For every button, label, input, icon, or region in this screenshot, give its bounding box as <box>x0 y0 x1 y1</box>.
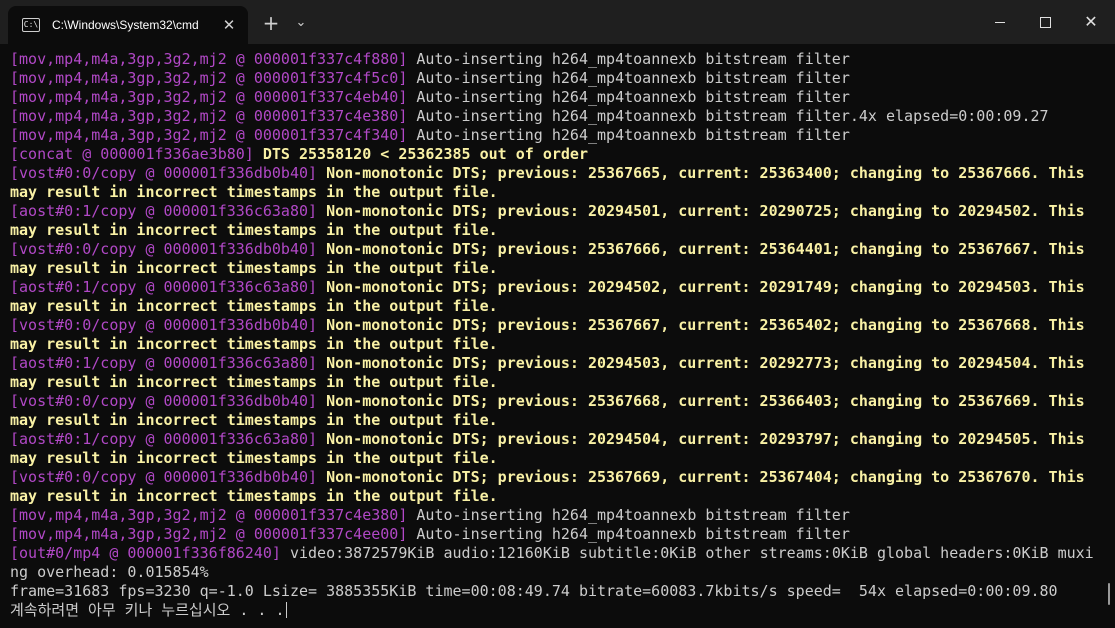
output-line: [aost#0:1/copy @ 000001f336c63a80] Non-m… <box>10 202 1100 221</box>
output-line: [mov,mp4,m4a,3gp,3g2,mj2 @ 000001f337c4f… <box>10 50 1100 69</box>
terminal-output[interactable]: [mov,mp4,m4a,3gp,3g2,mj2 @ 000001f337c4f… <box>10 50 1100 620</box>
log-message: may result in incorrect timestamps in th… <box>10 449 498 467</box>
output-line: [mov,mp4,m4a,3gp,3g2,mj2 @ 000001f337c4e… <box>10 506 1100 525</box>
log-message: Non-monotonic DTS; previous: 20294504, c… <box>317 430 1085 448</box>
output-line: [mov,mp4,m4a,3gp,3g2,mj2 @ 000001f337c4e… <box>10 88 1100 107</box>
close-tab-icon[interactable]: ✕ <box>220 16 238 34</box>
output-line: may result in incorrect timestamps in th… <box>10 221 1100 240</box>
output-line: [mov,mp4,m4a,3gp,3g2,mj2 @ 000001f337c4f… <box>10 126 1100 145</box>
output-line: [out#0/mp4 @ 000001f336f86240] video:387… <box>10 544 1100 563</box>
log-message: Non-monotonic DTS; previous: 25367666, c… <box>317 240 1085 258</box>
minimize-icon <box>995 21 1005 23</box>
log-message: may result in incorrect timestamps in th… <box>10 259 498 277</box>
log-message: Non-monotonic DTS; previous: 20294502, c… <box>317 278 1085 296</box>
output-line: may result in incorrect timestamps in th… <box>10 411 1100 430</box>
log-message: Non-monotonic DTS; previous: 20294503, c… <box>317 354 1085 372</box>
log-source-prefix: [aost#0:1/copy @ 000001f336c63a80] <box>10 430 318 448</box>
output-line: may result in incorrect timestamps in th… <box>10 297 1100 316</box>
log-message: video:3872579KiB audio:12160KiB subtitle… <box>280 544 1094 562</box>
close-icon: ✕ <box>1084 12 1098 31</box>
output-line: [vost#0:0/copy @ 000001f336db0b40] Non-m… <box>10 392 1100 411</box>
log-message: may result in incorrect timestamps in th… <box>10 221 498 239</box>
title-bar: C:\ C:\Windows\System32\cmd ✕ + ⌄ ✕ <box>0 0 1115 44</box>
log-source-prefix: [mov,mp4,m4a,3gp,3g2,mj2 @ 000001f337c4f… <box>10 126 408 144</box>
log-message: Auto-inserting h264_mp4toannexb bitstrea… <box>407 107 1049 125</box>
new-tab-button[interactable]: + <box>258 10 284 36</box>
log-source-prefix: [mov,mp4,m4a,3gp,3g2,mj2 @ 000001f337c4e… <box>10 88 408 106</box>
log-message: Non-monotonic DTS; previous: 25367669, c… <box>317 468 1085 486</box>
log-source-prefix: [aost#0:1/copy @ 000001f336c63a80] <box>10 354 318 372</box>
output-line: frame=31683 fps=3230 q=-1.0 Lsize= 38853… <box>10 582 1100 601</box>
log-message: Auto-inserting h264_mp4toannexb bitstrea… <box>407 50 850 68</box>
minimize-button[interactable] <box>977 0 1023 44</box>
log-source-prefix: [mov,mp4,m4a,3gp,3g2,mj2 @ 000001f337c4f… <box>10 69 408 87</box>
prompt-text: 계속하려면 아무 키나 누르십시오 . . . <box>10 601 285 619</box>
log-message: Non-monotonic DTS; previous: 25367668, c… <box>317 392 1085 410</box>
tab-title: C:\Windows\System32\cmd <box>52 18 199 32</box>
log-source-prefix: [concat @ 000001f336ae3b80] <box>10 145 254 163</box>
output-line: ng overhead: 0.015854% <box>10 563 1100 582</box>
log-source-prefix: [mov,mp4,m4a,3gp,3g2,mj2 @ 000001f337c4e… <box>10 107 408 125</box>
log-message: may result in incorrect timestamps in th… <box>10 411 498 429</box>
output-line: [aost#0:1/copy @ 000001f336c63a80] Non-m… <box>10 430 1100 449</box>
log-message: may result in incorrect timestamps in th… <box>10 183 498 201</box>
log-message: ng overhead: 0.015854% <box>10 563 209 581</box>
output-line: [aost#0:1/copy @ 000001f336c63a80] Non-m… <box>10 278 1100 297</box>
log-message: Auto-inserting h264_mp4toannexb bitstrea… <box>407 525 850 543</box>
log-message: DTS 25358120 < 25362385 out of order <box>253 145 588 163</box>
output-line: [vost#0:0/copy @ 000001f336db0b40] Non-m… <box>10 468 1100 487</box>
terminal-icon: C:\ <box>22 18 40 32</box>
output-line: may result in incorrect timestamps in th… <box>10 373 1100 392</box>
output-line: may result in incorrect timestamps in th… <box>10 183 1100 202</box>
close-window-button[interactable]: ✕ <box>1067 0 1115 44</box>
output-line: may result in incorrect timestamps in th… <box>10 487 1100 506</box>
log-message: Auto-inserting h264_mp4toannexb bitstrea… <box>407 126 850 144</box>
scrollbar[interactable] <box>1108 583 1110 605</box>
log-source-prefix: [aost#0:1/copy @ 000001f336c63a80] <box>10 202 318 220</box>
output-line: may result in incorrect timestamps in th… <box>10 335 1100 354</box>
chevron-down-icon[interactable]: ⌄ <box>288 10 314 36</box>
log-message: may result in incorrect timestamps in th… <box>10 373 498 391</box>
log-source-prefix: [mov,mp4,m4a,3gp,3g2,mj2 @ 000001f337c4e… <box>10 525 408 543</box>
log-message: Non-monotonic DTS; previous: 25367665, c… <box>317 164 1085 182</box>
output-line: [mov,mp4,m4a,3gp,3g2,mj2 @ 000001f337c4e… <box>10 107 1100 126</box>
log-source-prefix: [vost#0:0/copy @ 000001f336db0b40] <box>10 316 318 334</box>
terminal-window: C:\ C:\Windows\System32\cmd ✕ + ⌄ ✕ [mov… <box>0 0 1115 628</box>
log-message: Auto-inserting h264_mp4toannexb bitstrea… <box>407 88 850 106</box>
log-source-prefix: [vost#0:0/copy @ 000001f336db0b40] <box>10 468 318 486</box>
log-message: Non-monotonic DTS; previous: 20294501, c… <box>317 202 1085 220</box>
output-line: [mov,mp4,m4a,3gp,3g2,mj2 @ 000001f337c4f… <box>10 69 1100 88</box>
output-line: [vost#0:0/copy @ 000001f336db0b40] Non-m… <box>10 316 1100 335</box>
prompt-line: 계속하려면 아무 키나 누르십시오 . . . <box>10 601 1100 620</box>
log-message: Auto-inserting h264_mp4toannexb bitstrea… <box>407 506 850 524</box>
maximize-icon <box>1039 16 1051 28</box>
log-message: may result in incorrect timestamps in th… <box>10 335 498 353</box>
text-cursor <box>286 602 288 618</box>
maximize-button[interactable] <box>1022 0 1068 44</box>
output-line: [vost#0:0/copy @ 000001f336db0b40] Non-m… <box>10 240 1100 259</box>
log-message: may result in incorrect timestamps in th… <box>10 487 498 505</box>
output-line: [vost#0:0/copy @ 000001f336db0b40] Non-m… <box>10 164 1100 183</box>
log-source-prefix: [vost#0:0/copy @ 000001f336db0b40] <box>10 392 318 410</box>
log-source-prefix: [out#0/mp4 @ 000001f336f86240] <box>10 544 281 562</box>
tab-cmd[interactable]: C:\ C:\Windows\System32\cmd ✕ <box>8 6 248 44</box>
output-line: [aost#0:1/copy @ 000001f336c63a80] Non-m… <box>10 354 1100 373</box>
log-source-prefix: [vost#0:0/copy @ 000001f336db0b40] <box>10 164 318 182</box>
output-line: [concat @ 000001f336ae3b80] DTS 25358120… <box>10 145 1100 164</box>
log-source-prefix: [mov,mp4,m4a,3gp,3g2,mj2 @ 000001f337c4f… <box>10 50 408 68</box>
log-source-prefix: [vost#0:0/copy @ 000001f336db0b40] <box>10 240 318 258</box>
log-message: Non-monotonic DTS; previous: 25367667, c… <box>317 316 1085 334</box>
log-source-prefix: [aost#0:1/copy @ 000001f336c63a80] <box>10 278 318 296</box>
log-message: frame=31683 fps=3230 q=-1.0 Lsize= 38853… <box>10 582 1058 600</box>
log-message: Auto-inserting h264_mp4toannexb bitstrea… <box>407 69 850 87</box>
output-line: may result in incorrect timestamps in th… <box>10 259 1100 278</box>
log-message: may result in incorrect timestamps in th… <box>10 297 498 315</box>
terminal-icon-glyph: C:\ <box>23 20 39 29</box>
output-line: may result in incorrect timestamps in th… <box>10 449 1100 468</box>
output-line: [mov,mp4,m4a,3gp,3g2,mj2 @ 000001f337c4e… <box>10 525 1100 544</box>
log-source-prefix: [mov,mp4,m4a,3gp,3g2,mj2 @ 000001f337c4e… <box>10 506 408 524</box>
